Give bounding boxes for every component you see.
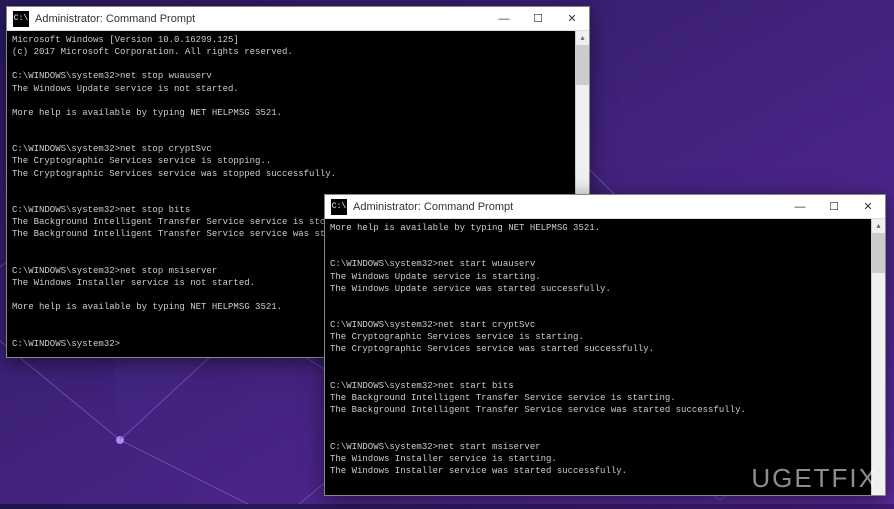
maximize-button[interactable]: ☐ xyxy=(521,7,555,31)
minimize-button[interactable]: — xyxy=(783,195,817,219)
minimize-button[interactable]: — xyxy=(487,7,521,31)
scroll-up-icon[interactable]: ▴ xyxy=(576,31,589,45)
window-title: Administrator: Command Prompt xyxy=(353,201,783,213)
terminal-output[interactable]: More help is available by typing NET HEL… xyxy=(325,219,885,495)
close-button[interactable]: ✕ xyxy=(851,195,885,219)
titlebar[interactable]: C:\ Administrator: Command Prompt — ☐ ✕ xyxy=(7,7,589,31)
window-controls: — ☐ ✕ xyxy=(783,195,885,219)
close-button[interactable]: ✕ xyxy=(555,7,589,31)
cmd-icon: C:\ xyxy=(13,11,29,27)
window-controls: — ☐ ✕ xyxy=(487,7,589,31)
scrollbar[interactable]: ▴ xyxy=(871,219,885,495)
window-title: Administrator: Command Prompt xyxy=(35,13,487,25)
scroll-up-icon[interactable]: ▴ xyxy=(872,219,885,233)
maximize-button[interactable]: ☐ xyxy=(817,195,851,219)
scrollbar-thumb[interactable] xyxy=(576,45,589,85)
cmd-icon: C:\ xyxy=(331,199,347,215)
titlebar[interactable]: C:\ Administrator: Command Prompt — ☐ ✕ xyxy=(325,195,885,219)
cmd-window-start: C:\ Administrator: Command Prompt — ☐ ✕ … xyxy=(324,194,886,496)
scrollbar-thumb[interactable] xyxy=(872,233,885,273)
